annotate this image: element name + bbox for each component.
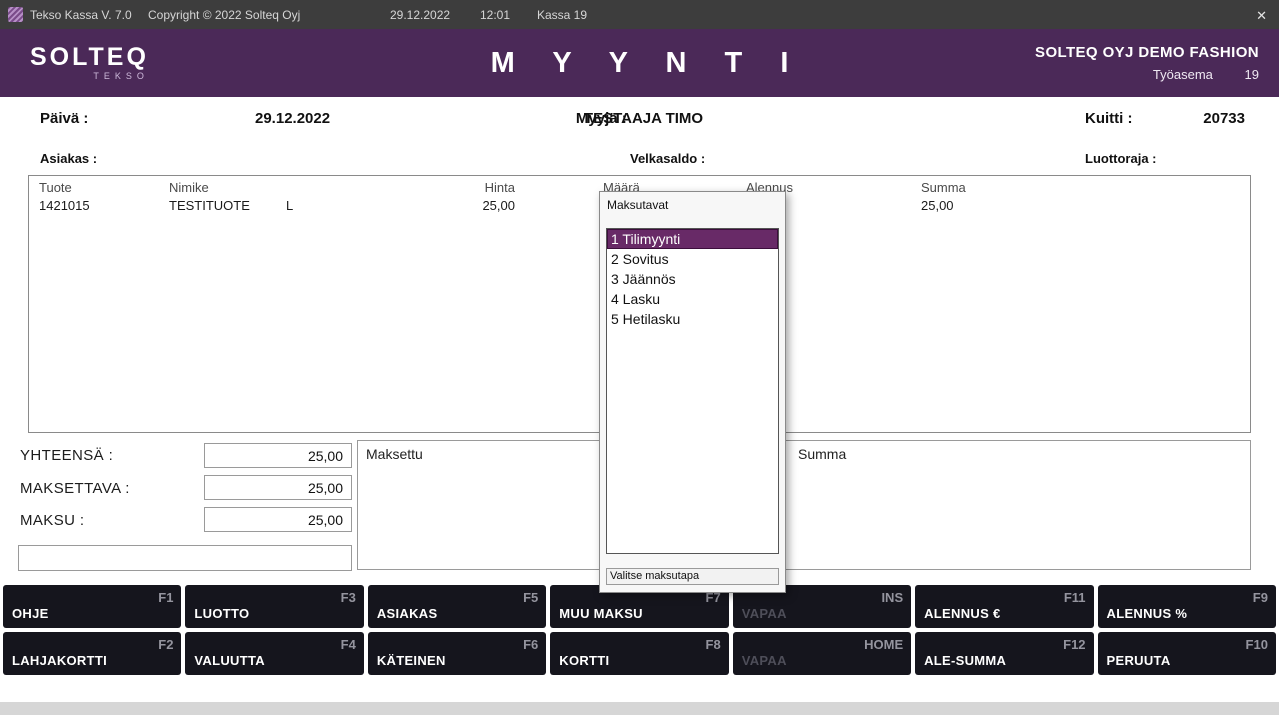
f2-key-label: F2 bbox=[158, 637, 173, 652]
f1-key-label: F1 bbox=[158, 590, 173, 605]
cell-product-name: TESTITUOTE bbox=[169, 198, 250, 213]
titlebar-register: Kassa 19 bbox=[537, 8, 587, 22]
f12-key-label: F12 bbox=[1063, 637, 1085, 652]
payments-table: Maksettu Summa bbox=[357, 440, 1251, 570]
app-title: Tekso Kassa V. 7.0 bbox=[30, 8, 132, 22]
kortti-button[interactable]: KORTTI F8 bbox=[550, 632, 728, 675]
app-header: SOLTEQ TEKSO M Y Y N T I SOLTEQ OYJ DEMO… bbox=[0, 29, 1279, 97]
payable-label: MAKSETTAVA : bbox=[20, 480, 130, 497]
f3-key-label: F3 bbox=[341, 590, 356, 605]
dialog-title: Maksutavat bbox=[607, 198, 668, 212]
payment-value-box: 25,00 bbox=[204, 507, 352, 532]
alennus-percent-button[interactable]: ALENNUS % F9 bbox=[1098, 585, 1276, 628]
payment-method-list[interactable]: 1 Tilimyynti 2 Sovitus 3 Jäännös 4 Lasku… bbox=[606, 228, 779, 554]
kateinen-button[interactable]: KÄTEINEN F6 bbox=[368, 632, 546, 675]
receipt-label: Kuitti : bbox=[1085, 110, 1132, 127]
f10-key-label: F10 bbox=[1246, 637, 1268, 652]
titlebar-date: 29.12.2022 bbox=[390, 8, 450, 22]
credit-limit-label: Luottoraja : bbox=[1085, 151, 1157, 166]
titlebar: Tekso Kassa V. 7.0 Copyright © 2022 Solt… bbox=[0, 0, 1279, 29]
receipt-info-row: Päivä : 29.12.2022 Myyjä : TESTAAJA TIMO… bbox=[0, 110, 1279, 136]
customer-info-row: Asiakas : Velkasaldo : Luottoraja : bbox=[0, 151, 1279, 169]
payable-value-box: 25,00 bbox=[204, 475, 352, 500]
total-value-box: 25,00 bbox=[204, 443, 352, 468]
ale-summa-button[interactable]: ALE-SUMMA F12 bbox=[915, 632, 1093, 675]
asiakas-button[interactable]: ASIAKAS F5 bbox=[368, 585, 546, 628]
payment-option-tilimyynti[interactable]: 1 Tilimyynti bbox=[607, 229, 778, 249]
payment-methods-dialog: Maksutavat 1 Tilimyynti 2 Sovitus 3 Jään… bbox=[599, 191, 786, 593]
debt-label: Velkasaldo : bbox=[630, 151, 705, 166]
titlebar-time: 12:01 bbox=[480, 8, 510, 22]
function-button-row-2: LAHJAKORTTI F2 VALUUTTA F4 KÄTEINEN F6 K… bbox=[3, 632, 1276, 675]
alennus-euro-button[interactable]: ALENNUS € F11 bbox=[915, 585, 1093, 628]
cell-size: L bbox=[286, 198, 293, 213]
total-label: YHTEENSÄ : bbox=[20, 447, 113, 464]
payment-label: MAKSU : bbox=[20, 512, 84, 529]
sum-column-header: Summa bbox=[798, 446, 846, 462]
vapaa-home-button: VAPAA HOME bbox=[733, 632, 911, 675]
home-key-label: HOME bbox=[864, 637, 903, 652]
receipt-number: 20733 bbox=[1203, 110, 1245, 127]
col-header-tuote: Tuote bbox=[39, 180, 72, 195]
f11-key-label: F11 bbox=[1064, 590, 1086, 605]
f6-key-label: F6 bbox=[523, 637, 538, 652]
col-header-nimike: Nimike bbox=[169, 180, 209, 195]
date-label: Päivä : bbox=[40, 110, 88, 127]
seller-label: Myyjä : bbox=[576, 110, 627, 127]
cell-sum: 25,00 bbox=[921, 198, 954, 213]
workstation-value: 19 bbox=[1245, 67, 1259, 82]
entry-field[interactable] bbox=[18, 545, 352, 571]
ins-key-label: INS bbox=[881, 590, 903, 605]
payment-option-hetilasku[interactable]: 5 Hetilasku bbox=[607, 309, 778, 329]
customer-label: Asiakas : bbox=[40, 151, 97, 166]
f9-key-label: F9 bbox=[1253, 590, 1268, 605]
f4-key-label: F4 bbox=[341, 637, 356, 652]
payment-option-jaannos[interactable]: 3 Jäännös bbox=[607, 269, 778, 289]
luotto-button[interactable]: LUOTTO F3 bbox=[185, 585, 363, 628]
seller-group: Myyjä : TESTAAJA TIMO bbox=[576, 110, 703, 127]
store-info: SOLTEQ OYJ DEMO FASHION Työasema 19 bbox=[1035, 44, 1259, 82]
col-header-summa: Summa bbox=[921, 180, 966, 195]
copyright-text: Copyright © 2022 Solteq Oyj bbox=[148, 8, 300, 22]
f8-key-label: F8 bbox=[706, 637, 721, 652]
cell-price: 25,00 bbox=[429, 198, 515, 213]
close-icon[interactable]: ✕ bbox=[1256, 8, 1267, 24]
col-header-hinta: Hinta bbox=[429, 180, 515, 195]
app-icon bbox=[8, 7, 23, 22]
paid-column-header: Maksettu bbox=[366, 446, 423, 462]
payment-option-lasku[interactable]: 4 Lasku bbox=[607, 289, 778, 309]
lahjakortti-button[interactable]: LAHJAKORTTI F2 bbox=[3, 632, 181, 675]
date-value: 29.12.2022 bbox=[255, 110, 330, 127]
store-name: SOLTEQ OYJ DEMO FASHION bbox=[1035, 44, 1259, 61]
ohje-button[interactable]: OHJE F1 bbox=[3, 585, 181, 628]
valuutta-button[interactable]: VALUUTTA F4 bbox=[185, 632, 363, 675]
dialog-status-bar: Valitse maksutapa bbox=[606, 568, 779, 585]
payment-option-sovitus[interactable]: 2 Sovitus bbox=[607, 249, 778, 269]
workstation-line: Työasema 19 bbox=[1035, 67, 1259, 82]
bottom-strip bbox=[0, 702, 1279, 715]
peruuta-button[interactable]: PERUUTA F10 bbox=[1098, 632, 1276, 675]
pos-window: Tekso Kassa V. 7.0 Copyright © 2022 Solt… bbox=[0, 0, 1279, 715]
workstation-label: Työasema bbox=[1153, 67, 1213, 82]
f5-key-label: F5 bbox=[523, 590, 538, 605]
cell-product-code: 1421015 bbox=[39, 198, 90, 213]
